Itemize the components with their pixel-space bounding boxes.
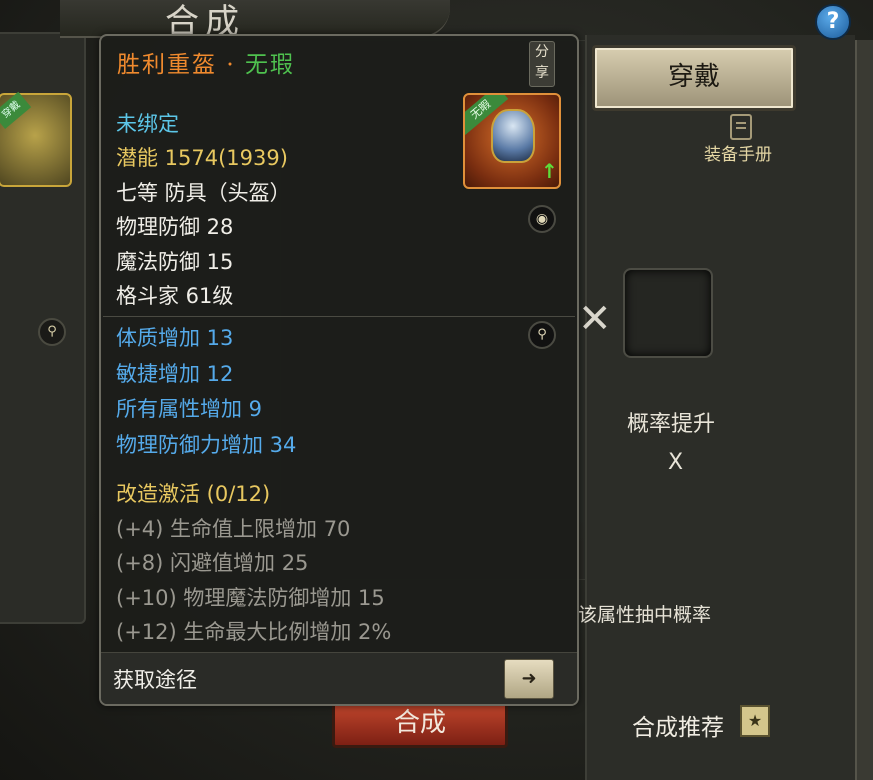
probability-label: 概率提升 [627,412,716,437]
equipped-tag: 穿戴 [0,91,32,129]
potential-value: 潜能 1574(1939) [116,146,288,170]
equipped-item-slot[interactable]: 穿戴 [0,91,72,187]
magnifier-icon[interactable]: ⚲ [528,321,556,349]
tooltip-footer: 获取途径 ➜ [101,652,577,704]
bonus-attr-3: 所有属性增加 9 [116,397,263,421]
item-grade: 七等 防具（头盔） [116,181,291,205]
helmet-graphic [491,109,535,163]
acquire-source-label: 获取途径 [113,668,197,692]
bonus-attr-1: 体质增加 13 [116,326,234,350]
reforge-status: 改造激活 (0/12) [116,482,271,506]
helmet-icon: 无暇 ↑ [463,93,561,189]
item-quality: 无瑕 [244,52,295,78]
reforge-line-3: (+10) 物理魔法防御增加 15 [116,586,385,610]
divider [103,316,575,317]
bonus-attr-2: 敏捷增加 12 [116,362,234,386]
result-slot[interactable] [623,268,713,358]
magnifier-icon[interactable]: ⚲ [38,318,66,346]
star-icon[interactable]: ★ [740,705,770,737]
name-separator: · [226,52,236,78]
item-tooltip: 胜利重盔 · 无瑕 分享 无暇 ↑ ◉ 未绑定 潜能 1574(1939) 七等… [99,34,579,706]
wear-button[interactable]: 穿戴 [592,45,796,111]
reforge-line-4: (+12) 生命最大比例增加 2% [116,620,392,644]
title-bar [60,0,450,38]
arrow-right-icon[interactable]: ➜ [504,659,554,699]
reforge-line-1: (+4) 生命值上限增加 70 [116,517,351,541]
item-name-text: 胜利重盔 [117,52,217,78]
equipment-manual-link[interactable]: 装备手册 [704,140,772,165]
eye-icon[interactable]: ◉ [528,205,556,233]
reforge-line-2: (+8) 闪避值增加 25 [116,551,309,575]
cross-icon: ✕ [578,296,612,342]
bonus-attr-4: 物理防御力增加 34 [116,433,297,457]
class-requirement: 格斗家 61级 [116,284,234,308]
right-edge-frame [855,40,873,780]
magic-defense: 魔法防御 15 [116,250,234,274]
item-name: 胜利重盔 · 无瑕 [117,45,295,79]
bind-status: 未绑定 [116,112,179,136]
hint-text: 该属性抽中概率 [578,604,712,626]
book-icon[interactable] [730,114,752,140]
synthesize-button[interactable]: 合成 [332,700,508,748]
synth-recommend-label[interactable]: 合成推荐 [632,708,724,742]
probability-value: X [668,450,684,475]
share-button[interactable]: 分享 [529,41,555,87]
physical-defense: 物理防御 28 [116,215,234,239]
question-mark-icon[interactable]: ? [815,4,851,40]
upgrade-arrow-icon: ↑ [541,159,558,183]
